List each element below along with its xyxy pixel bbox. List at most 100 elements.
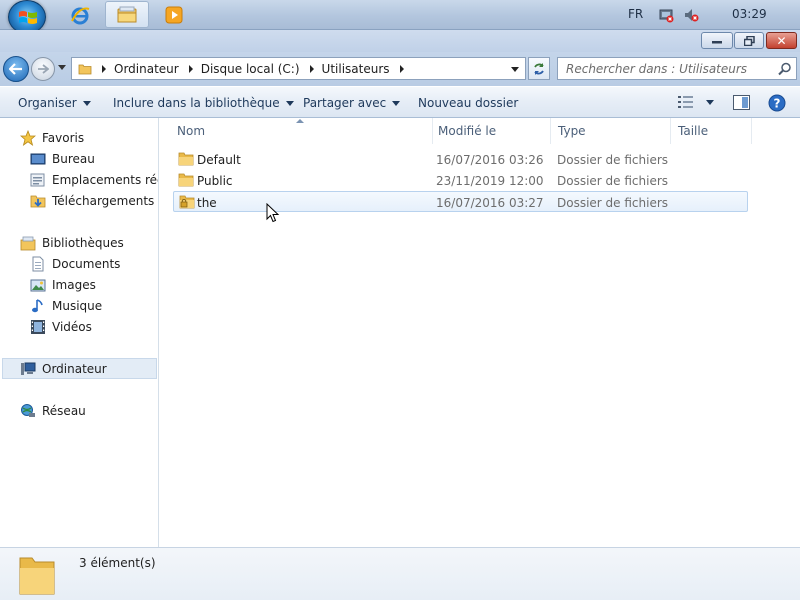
file-name: Default [197,153,241,167]
item-count: 3 élément(s) [79,556,156,570]
taskbar-media-player[interactable] [152,1,196,28]
file-type: Dossier de fichiers [557,196,669,210]
file-modified: 16/07/2016 03:26 [436,153,544,167]
sidebar-item-label: Ordinateur [42,361,107,376]
share-label: Partager avec [303,96,387,110]
navigation-bar: Ordinateur Disque local (C:) Utilisateur… [0,52,800,86]
breadcrumb-separator[interactable] [399,64,404,73]
refresh-button[interactable] [528,57,550,80]
file-row[interactable]: Public 23/11/2019 12:00 Dossier de fichi… [173,170,748,191]
sidebar-item-label: Bibliothèques [42,236,124,250]
network-icon [21,404,35,417]
column-header-name[interactable]: Nom [169,118,433,144]
file-modified: 23/11/2019 12:00 [436,174,544,188]
arrow-left-icon [9,63,22,75]
sidebar-item-documents[interactable]: Documents [30,254,120,274]
star-icon [20,130,36,146]
new-folder-button[interactable]: Nouveau dossier [418,96,518,110]
preview-pane-button[interactable] [733,95,750,110]
column-label: Nom [177,124,206,138]
chevron-down-icon [82,100,91,106]
sidebar-item-recent-places[interactable]: Emplacements récents [30,170,158,190]
libraries-icon [20,236,36,251]
help-button[interactable]: ? [768,94,786,112]
sidebar-item-label: Images [52,278,96,292]
images-icon [30,279,46,292]
command-bar: Organiser Inclure dans la bibliothèque P… [0,86,800,118]
column-header-modified[interactable]: Modifié le [430,118,551,144]
sidebar-item-libraries[interactable]: Bibliothèques [20,233,124,253]
folder-icon [178,152,194,166]
language-indicator[interactable]: FR [628,7,643,21]
restore-icon [743,35,755,46]
column-label: Taille [678,124,709,138]
sidebar-item-desktop[interactable]: Bureau [30,149,95,169]
downloads-folder-icon [30,195,46,208]
volume-muted-icon[interactable] [683,7,699,23]
address-bar[interactable]: Ordinateur Disque local (C:) Utilisateur… [71,57,526,80]
search-icon[interactable] [778,62,792,76]
breadcrumb-computer[interactable]: Ordinateur [114,62,179,76]
minimize-button[interactable] [701,32,733,49]
sidebar-item-images[interactable]: Images [30,275,96,295]
sidebar-item-label: Emplacements récents [52,173,158,187]
restore-button[interactable] [734,32,764,49]
column-header-size[interactable]: Taille [670,118,752,144]
search-placeholder[interactable]: Rechercher dans : Utilisateurs [566,62,747,76]
back-button[interactable] [3,56,29,82]
breadcrumb-local-disk[interactable]: Disque local (C:) [201,62,300,76]
action-center-flag-icon[interactable] [658,7,674,23]
sidebar-item-label: Documents [52,257,121,271]
taskbar-internet-explorer[interactable] [58,1,102,28]
sidebar-item-network[interactable]: Réseau [20,401,86,421]
sidebar-item-favorites[interactable]: Favoris [20,128,84,148]
share-with-button[interactable]: Partager avec [303,96,401,110]
arrow-right-icon [38,64,49,74]
file-list: Nom Modifié le Type Taille Default 16/07… [160,118,800,547]
search-box[interactable]: Rechercher dans : Utilisateurs [557,57,797,80]
column-header-type[interactable]: Type [550,118,671,144]
sidebar-item-label: Téléchargements [52,194,155,208]
window-titlebar[interactable]: ✕ [0,30,800,52]
videos-icon [31,320,45,334]
sidebar-item-label: Vidéos [52,320,92,334]
sidebar-item-label: Musique [52,299,103,313]
file-type: Dossier de fichiers [557,153,669,167]
breadcrumb-separator[interactable] [188,64,193,73]
close-button[interactable]: ✕ [766,32,797,49]
sidebar-item-music[interactable]: Musique [30,296,102,316]
minimize-icon [712,40,722,43]
sidebar-item-videos[interactable]: Vidéos [30,317,92,337]
recent-pages-dropdown[interactable] [58,65,66,70]
address-history-dropdown[interactable] [511,67,519,72]
breadcrumb-separator[interactable] [309,64,314,73]
folder-icon [178,173,194,187]
taskbar-windows-explorer[interactable] [105,1,149,28]
details-pane: 3 élément(s) [0,547,800,600]
sidebar-item-downloads[interactable]: Téléchargements [30,191,154,211]
sidebar-item-label: Bureau [52,152,95,166]
folder-icon [78,64,92,74]
sidebar-item-label: Favoris [42,131,85,145]
file-row[interactable]: the 16/07/2016 03:27 Dossier de fichiers [173,191,748,212]
breadcrumb-separator[interactable] [102,64,106,73]
clock[interactable]: 03:29 [732,7,767,21]
help-icon: ? [768,94,786,112]
chevron-down-icon [706,99,714,105]
breadcrumb-users[interactable]: Utilisateurs [322,62,390,76]
desktop-icon [30,153,46,165]
column-label: Type [558,124,586,138]
change-view-button[interactable] [678,95,714,109]
sidebar-item-computer[interactable]: Ordinateur [2,358,157,379]
organize-menu-button[interactable]: Organiser [18,96,91,110]
include-in-library-button[interactable]: Inclure dans la bibliothèque [113,96,294,110]
organize-label: Organiser [18,96,77,110]
start-button[interactable] [8,0,46,34]
file-name: the [197,196,217,210]
internet-explorer-icon [71,7,90,24]
file-modified: 16/07/2016 03:27 [436,196,544,210]
music-note-icon [32,299,43,313]
svg-text:?: ? [774,97,781,111]
forward-button[interactable] [31,57,55,81]
file-row[interactable]: Default 16/07/2016 03:26 Dossier de fich… [173,149,748,170]
